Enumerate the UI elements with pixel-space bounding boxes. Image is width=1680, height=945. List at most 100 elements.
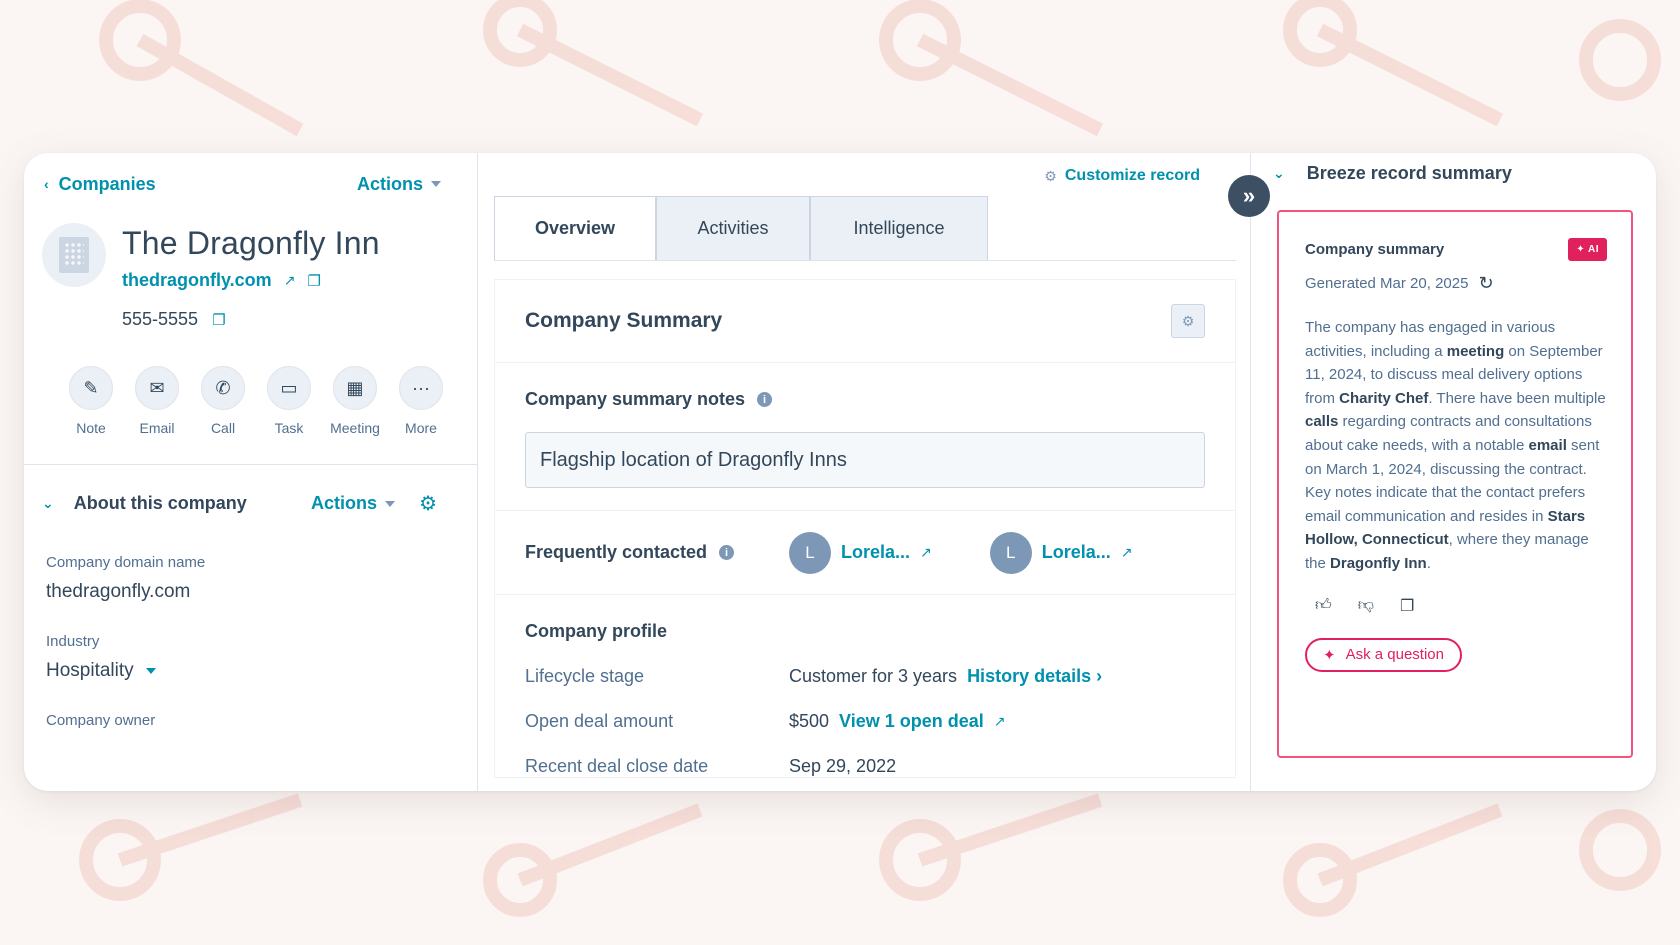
gear-icon: ⚙ [1044, 167, 1057, 184]
tab-intelligence[interactable]: Intelligence [810, 196, 988, 260]
copy-icon[interactable]: ❐ [307, 272, 320, 290]
summary-notes-section: Company summary notes i Flagship locatio… [495, 363, 1235, 511]
customize-record-link[interactable]: ⚙ Customize record [1044, 167, 1200, 185]
gear-icon: ⚙ [1181, 312, 1195, 329]
tab-activities[interactable]: Activities [656, 196, 810, 260]
task-action-label: Task [274, 420, 304, 436]
industry-value: Hospitality [46, 660, 134, 681]
gear-icon[interactable]: ⚙ [419, 491, 437, 516]
back-label: Companies [58, 173, 156, 194]
more-icon: ··· [399, 366, 443, 410]
view-open-deal-link[interactable]: View 1 open deal [839, 711, 984, 732]
sparkle-icon: ✦ [1323, 646, 1336, 664]
domain-row: thedragonfly.com ↗ ❐ [122, 270, 380, 291]
company-domain-link[interactable]: thedragonfly.com [122, 270, 272, 291]
note-icon: ✎ [69, 366, 113, 410]
task-action-button[interactable]: ▭ Task [256, 366, 322, 436]
company-header: The Dragonfly Inn thedragonfly.com ↗ ❐ 5… [24, 197, 477, 330]
company-summary-header: Company Summary ⚙ [495, 280, 1235, 363]
chevron-down-icon[interactable]: ⌄ [1273, 165, 1285, 182]
thumbs-down-icon[interactable]: 👎︎ [1358, 596, 1374, 616]
profile-value: $500 View 1 open deal ↗ [789, 711, 1006, 732]
ai-badge: ✦ AI [1568, 238, 1607, 261]
profile-row: Recent deal close date Sep 29, 2022 [525, 756, 1205, 777]
contact-name[interactable]: Lorela... [1042, 542, 1111, 563]
left-topbar: ‹ Companies Actions [24, 153, 477, 197]
external-link-icon[interactable]: ↗ [1121, 544, 1133, 561]
industry-select[interactable]: Hospitality [46, 660, 477, 682]
company-name: The Dragonfly Inn [122, 225, 380, 261]
summary-notes-label: Company summary notes i [525, 389, 1205, 410]
contact-chip[interactable]: L Lorela... ↗ [789, 531, 932, 574]
note-action-button[interactable]: ✎ Note [58, 366, 124, 436]
contact-chip[interactable]: L Lorela... ↗ [989, 531, 1133, 574]
meeting-action-label: Meeting [330, 420, 380, 436]
profile-label: Open deal amount [525, 711, 674, 731]
phone-row: 555-5555 ❐ [122, 309, 380, 330]
ask-question-button[interactable]: ✦ Ask a question [1305, 637, 1462, 672]
summary-notes-field[interactable]: Flagship location of Dragonfly Inns [525, 432, 1205, 488]
breeze-sidebar: ⌄ Breeze record summary Company summary … [1251, 153, 1656, 791]
lifecycle-value: Customer for 3 years [789, 666, 958, 686]
deal-amount-value: $500 [789, 711, 830, 731]
frequently-contacted-label: Frequently contacted i [525, 542, 789, 563]
breeze-title[interactable]: Breeze record summary [1307, 163, 1512, 184]
info-icon[interactable]: i [719, 545, 735, 560]
profile-value: Sep 29, 2022 [789, 756, 897, 776]
about-actions-dropdown[interactable]: Actions [311, 493, 396, 514]
property-label: Industry [46, 633, 100, 650]
contact-name[interactable]: Lorela... [841, 542, 910, 563]
company-summary-title: Company Summary [525, 309, 723, 332]
profile-label: Lifecycle stage [525, 666, 645, 686]
caret-down-icon [431, 181, 441, 187]
company-profile-title: Company profile [525, 621, 668, 641]
about-section-header: ⌄ About this company Actions ⚙ [24, 465, 477, 516]
property-label: Company owner [46, 712, 156, 729]
chevron-down-icon[interactable]: ⌄ [42, 495, 54, 512]
thumbs-up-icon[interactable]: 👍︎ [1315, 596, 1332, 616]
middle-column: ⚙ Customize record » Overview Activities… [478, 153, 1270, 791]
tab-overview[interactable]: Overview [494, 196, 656, 260]
expand-sidebar-button[interactable]: » [1228, 175, 1270, 217]
chevron-left-icon: ‹ [44, 176, 49, 192]
company-summary-card: Company Summary ⚙ Company summary notes … [494, 279, 1236, 778]
email-action-button[interactable]: ✉ Email [124, 366, 190, 436]
copy-icon[interactable]: ❐ [1400, 596, 1414, 616]
generated-date: Generated Mar 20, 2025 [1305, 275, 1469, 292]
property-label: Company domain name [46, 554, 206, 571]
note-action-label: Note [76, 420, 106, 436]
feedback-row: 👍︎ 👎︎ ❐ [1305, 596, 1607, 616]
more-action-button[interactable]: ··· More [388, 366, 454, 436]
record-actions-dropdown[interactable]: Actions [357, 174, 441, 195]
call-action-button[interactable]: ✆ Call [190, 366, 256, 436]
info-icon[interactable]: i [757, 392, 773, 407]
quick-actions-bar: ✎ Note ✉ Email ✆ Call ▭ Task ▦ Meeting ·… [24, 330, 477, 436]
email-action-label: Email [139, 420, 175, 436]
summary-card-header: Company summary ✦ AI [1305, 238, 1607, 261]
about-actions-label: Actions [311, 493, 378, 513]
about-section-title[interactable]: About this company [74, 493, 247, 514]
copy-icon[interactable]: ❐ [212, 311, 225, 329]
property-value[interactable]: thedragonfly.com [46, 581, 477, 603]
generated-row: Generated Mar 20, 2025 ↻ [1305, 273, 1607, 294]
ai-summary-card: Company summary ✦ AI Generated Mar 20, 2… [1277, 210, 1633, 758]
caret-down-icon [385, 500, 396, 507]
refresh-icon[interactable]: ↻ [1478, 273, 1493, 294]
external-link-icon[interactable]: ↗ [994, 713, 1006, 730]
company-profile-section: Company profile Lifecycle stage Customer… [495, 595, 1235, 777]
ask-question-label: Ask a question [1345, 646, 1444, 664]
profile-label: Recent deal close date [525, 756, 709, 776]
avatar: L [789, 531, 831, 574]
task-icon: ▭ [267, 366, 311, 410]
history-details-link[interactable]: History details › [967, 666, 1102, 687]
double-chevron-right-icon: » [1242, 183, 1256, 208]
profile-value: Customer for 3 years History details › [789, 666, 1102, 687]
card-settings-button[interactable]: ⚙ [1171, 304, 1205, 338]
external-link-icon[interactable]: ↗ [284, 272, 296, 289]
back-to-companies-link[interactable]: ‹ Companies [44, 174, 156, 195]
meeting-action-button[interactable]: ▦ Meeting [322, 366, 388, 436]
company-phone[interactable]: 555-5555 [122, 309, 198, 330]
external-link-icon[interactable]: ↗ [920, 544, 932, 561]
call-action-label: Call [210, 420, 236, 436]
left-sidebar: ‹ Companies Actions The Dragonfly Inn th… [24, 153, 478, 791]
